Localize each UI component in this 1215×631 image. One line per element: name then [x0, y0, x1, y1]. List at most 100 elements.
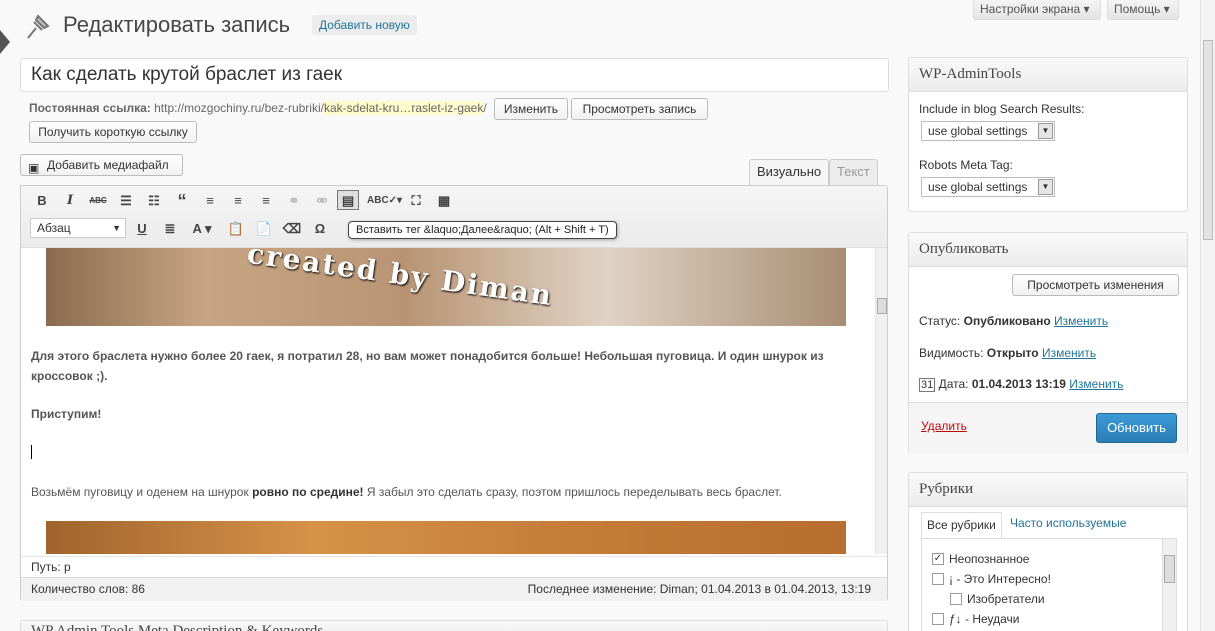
paragraph-1: Для этого браслета нужно более 20 гаек, … — [31, 349, 824, 383]
search-results-label: Include in blog Search Results: — [919, 102, 1085, 116]
blockquote-icon[interactable]: “ — [171, 191, 193, 211]
robots-value: use global settings — [928, 180, 1028, 194]
search-results-select[interactable]: use global settings ▼ — [921, 121, 1055, 141]
change-visibility-link[interactable]: Изменить — [1042, 346, 1096, 360]
publish-title: Опубликовать — [909, 233, 1187, 267]
tab-visual[interactable]: Визуально — [749, 159, 830, 185]
strikethrough-icon[interactable]: ABC — [87, 191, 109, 211]
editor-footer: Количество слов: 86 Последнее изменение:… — [21, 577, 887, 601]
align-right-icon[interactable]: ≡ — [255, 191, 277, 211]
paragraph-3-bold: ровно по средине! — [252, 485, 364, 499]
categories-box: Рубрики Все рубрики Часто используемые ✓… — [908, 472, 1188, 631]
text-cursor — [31, 445, 32, 459]
status-row: Статус: Опубликовано Изменить — [919, 314, 1108, 328]
delete-link[interactable]: Удалить — [921, 419, 967, 433]
date-row: 31 Дата: 01.04.2013 13:19 Изменить — [919, 377, 1123, 392]
categories-scrollbar[interactable] — [1162, 539, 1176, 631]
categories-scroll-thumb[interactable] — [1164, 555, 1175, 583]
bullet-list-icon[interactable]: ☰ — [115, 191, 137, 211]
word-count: Количество слов: 86 — [31, 582, 145, 596]
permalink-slug[interactable]: kak-sdelat-kru…raslet-iz-gaek — [323, 101, 484, 115]
help-tab[interactable]: Помощь ▾ — [1107, 0, 1179, 20]
update-button[interactable]: Обновить — [1096, 413, 1177, 443]
publish-box: Опубликовать Просмотреть изменения Стату… — [908, 232, 1188, 454]
category-checkbox-4[interactable] — [932, 613, 944, 625]
more-tag-icon[interactable]: ▤ — [337, 190, 359, 210]
editor-path: Путь: p — [21, 556, 887, 576]
admintools-box: WP-AdminTools Include in blog Search Res… — [908, 57, 1188, 212]
window-scrollbar[interactable] — [1200, 0, 1215, 631]
post-editor: B I ABC ☰ ☷ “ ≡ ≡ ≡ ⚭ ⚮ ▤ ABC✓▾ ⛶ ▦ Абза… — [20, 185, 888, 601]
justify-icon[interactable]: ≣ — [159, 219, 181, 239]
robots-select[interactable]: use global settings ▼ — [921, 177, 1055, 197]
get-shortlink-button[interactable]: Получить короткую ссылку — [29, 121, 197, 143]
more-tag-tooltip: Вставить тег &laquo;Далее&raquo; (Alt + … — [348, 221, 617, 239]
editor-scrollbar[interactable] — [875, 248, 887, 554]
admintools-title: WP-AdminTools — [909, 58, 1187, 92]
paragraph-3: Возьмём пуговицу и оденем на шнурок ровн… — [31, 482, 851, 502]
categories-list: ✓ Неопознанное ¡ - Это Интересно! Изобре… — [921, 538, 1177, 631]
visibility-label: Видимость: — [919, 346, 984, 360]
window-scroll-thumb[interactable] — [1203, 40, 1213, 240]
view-post-button[interactable]: Просмотреть запись — [571, 98, 708, 120]
paragraph-2: Приступим! — [31, 407, 102, 421]
format-select[interactable]: Абзац ▼ — [30, 218, 126, 238]
category-label-3: Изобретатели — [967, 592, 1045, 606]
screen-options-tab[interactable]: Настройки экрана ▾ — [973, 0, 1101, 20]
editor-scroll-thumb[interactable] — [877, 298, 887, 314]
tab-all-categories[interactable]: Все рубрики — [921, 512, 1002, 538]
align-left-icon[interactable]: ≡ — [199, 191, 221, 211]
category-label-1: Неопознанное — [949, 552, 1030, 566]
chevron-down-icon: ▼ — [1038, 123, 1053, 139]
category-checkbox-3[interactable] — [950, 593, 962, 605]
preview-changes-button[interactable]: Просмотреть изменения — [1012, 274, 1179, 296]
date-value: 01.04.2013 13:19 — [971, 377, 1066, 391]
paste-text-icon[interactable]: 📋 — [225, 219, 247, 239]
special-char-icon[interactable]: Ω — [309, 219, 331, 239]
page-title: Редактировать запись — [63, 12, 291, 37]
link-icon[interactable]: ⚭ — [283, 191, 305, 211]
visibility-value: Открыто — [986, 346, 1039, 360]
editor-content[interactable]: created by Diman Для этого браслета нужн… — [21, 248, 875, 554]
fullscreen-icon[interactable]: ⛶ — [405, 191, 427, 211]
underline-icon[interactable]: U — [131, 219, 153, 239]
kitchen-sink-icon[interactable]: ▦ — [433, 191, 455, 211]
change-status-link[interactable]: Изменить — [1054, 314, 1108, 328]
paste-word-icon[interactable]: 📄 — [253, 219, 275, 239]
seo-meta-box-title[interactable]: WP Admin Tools Meta Description & Keywor… — [20, 620, 888, 631]
post-title-input[interactable]: Как сделать крутой браслет из гаек — [20, 58, 889, 92]
robots-label: Robots Meta Tag: — [919, 158, 1013, 172]
post-image-bottom — [46, 521, 846, 554]
paragraph-3-end: Я забыл это сделать сразу, поэтом пришло… — [363, 485, 782, 499]
chevron-down-icon: ▼ — [1038, 179, 1053, 195]
status-label: Статус: — [919, 314, 961, 328]
tab-popular-categories[interactable]: Часто используемые — [1010, 516, 1126, 530]
text-color-icon[interactable]: A ▾ — [185, 219, 219, 239]
status-value: Опубликовано — [963, 314, 1051, 328]
media-icon: ▣ — [28, 161, 40, 175]
date-label: Дата: — [938, 377, 969, 391]
last-edit: Последнее изменение: Diman; 01.04.2013 в… — [527, 582, 871, 596]
spellcheck-icon[interactable]: ABC✓▾ — [367, 191, 402, 211]
chevron-down-icon: ▼ — [112, 223, 121, 233]
italic-icon[interactable]: I — [59, 191, 81, 211]
change-permalink-button[interactable]: Изменить — [494, 98, 568, 120]
categories-title: Рубрики — [909, 473, 1187, 507]
search-results-value: use global settings — [928, 124, 1028, 138]
calendar-icon: 31 — [919, 378, 936, 392]
add-media-label: Добавить медиафайл — [47, 158, 169, 172]
category-checkbox-1[interactable]: ✓ — [932, 553, 944, 565]
tab-text[interactable]: Текст — [829, 159, 878, 185]
clear-format-icon[interactable]: ⌫ — [281, 219, 303, 239]
pushpin-icon — [27, 14, 50, 39]
bold-icon[interactable]: B — [31, 191, 53, 211]
add-media-button[interactable]: ▣ Добавить медиафайл — [20, 154, 183, 176]
category-checkbox-2[interactable] — [932, 573, 944, 585]
numbered-list-icon[interactable]: ☷ — [143, 191, 165, 211]
visibility-row: Видимость: Открыто Изменить — [919, 346, 1096, 360]
post-image-top: created by Diman — [46, 248, 846, 326]
align-center-icon[interactable]: ≡ — [227, 191, 249, 211]
unlink-icon[interactable]: ⚮ — [311, 191, 333, 211]
add-new-button[interactable]: Добавить новую — [312, 15, 417, 35]
change-date-link[interactable]: Изменить — [1069, 377, 1123, 391]
